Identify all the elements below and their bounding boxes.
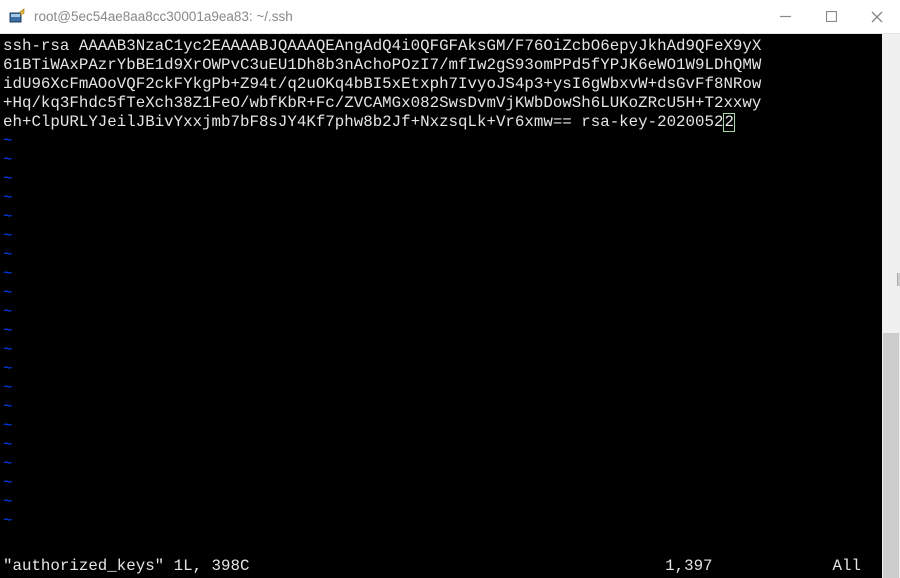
empty-line-tilde: ~ [3,398,880,417]
scrollbar[interactable] [882,34,900,578]
empty-line-tilde: ~ [3,284,880,303]
empty-line-tilde: ~ [3,303,880,322]
empty-line-tilde: ~ [3,360,880,379]
titlebar: root@5ec54ae8aa8cc30001a9ea83: ~/.ssh [0,0,900,34]
close-button[interactable] [854,0,900,34]
empty-line-tilde: ~ [3,246,880,265]
file-content-line: eh+ClpURLYJeilJBivYxxjmb7bF8sJY4Kf7phw8b… [3,113,880,132]
window-title: root@5ec54ae8aa8cc30001a9ea83: ~/.ssh [34,9,293,24]
empty-line-tilde: ~ [3,436,880,455]
empty-line-tilde: ~ [3,208,880,227]
empty-line-tilde: ~ [3,341,880,360]
cursor: 2 [723,113,734,132]
empty-line-tilde: ~ [3,455,880,474]
terminal[interactable]: ssh-rsa AAAAB3NzaC1yc2EAAAABJQAAAQEAngAd… [0,34,882,578]
empty-line-tilde: ~ [3,151,880,170]
scrollbar-thumb[interactable] [883,333,899,578]
empty-line-tilde: ~ [3,417,880,436]
empty-line-tilde: ~ [3,227,880,246]
status-view: All [833,557,879,576]
empty-line-tilde: ~ [3,379,880,398]
titlebar-left: root@5ec54ae8aa8cc30001a9ea83: ~/.ssh [8,8,293,26]
file-content-line: idU96XcFmAOoVQF2ckFYkgPb+Z94t/q2uOKq4bBI… [3,75,880,94]
empty-line-tilde: ~ [3,493,880,512]
vim-status-line: "authorized_keys" 1L, 398C 1,397 All [3,557,879,576]
empty-line-tilde: ~ [3,189,880,208]
empty-line-tilde: ~ [3,512,880,531]
file-content-line: +Hq/kq3Fhdc5fTeXch38Z1FeO/wbfKbR+Fc/ZVCA… [3,94,880,113]
file-content-line: 61BTiWAxPAzrYbBE1d9XrOWPvC3uEU1Dh8b3nAch… [3,56,880,75]
empty-line-tilde: ~ [3,474,880,493]
status-position: 1,397 [665,557,832,576]
window-controls [762,0,900,34]
status-filename: "authorized_keys" 1L, 398C [3,557,665,576]
putty-icon [8,8,26,26]
empty-line-tilde: ~ [3,170,880,189]
empty-line-tilde: ~ [3,322,880,341]
empty-line-tilde: ~ [3,132,880,151]
scrollbar-track [882,34,900,578]
minimize-button[interactable] [762,0,808,34]
terminal-wrap: ssh-rsa AAAAB3NzaC1yc2EAAAABJQAAAQEAngAd… [0,34,900,578]
maximize-button[interactable] [808,0,854,34]
empty-line-tilde: ~ [3,265,880,284]
file-content-line: ssh-rsa AAAAB3NzaC1yc2EAAAABJQAAAQEAngAd… [3,37,880,56]
